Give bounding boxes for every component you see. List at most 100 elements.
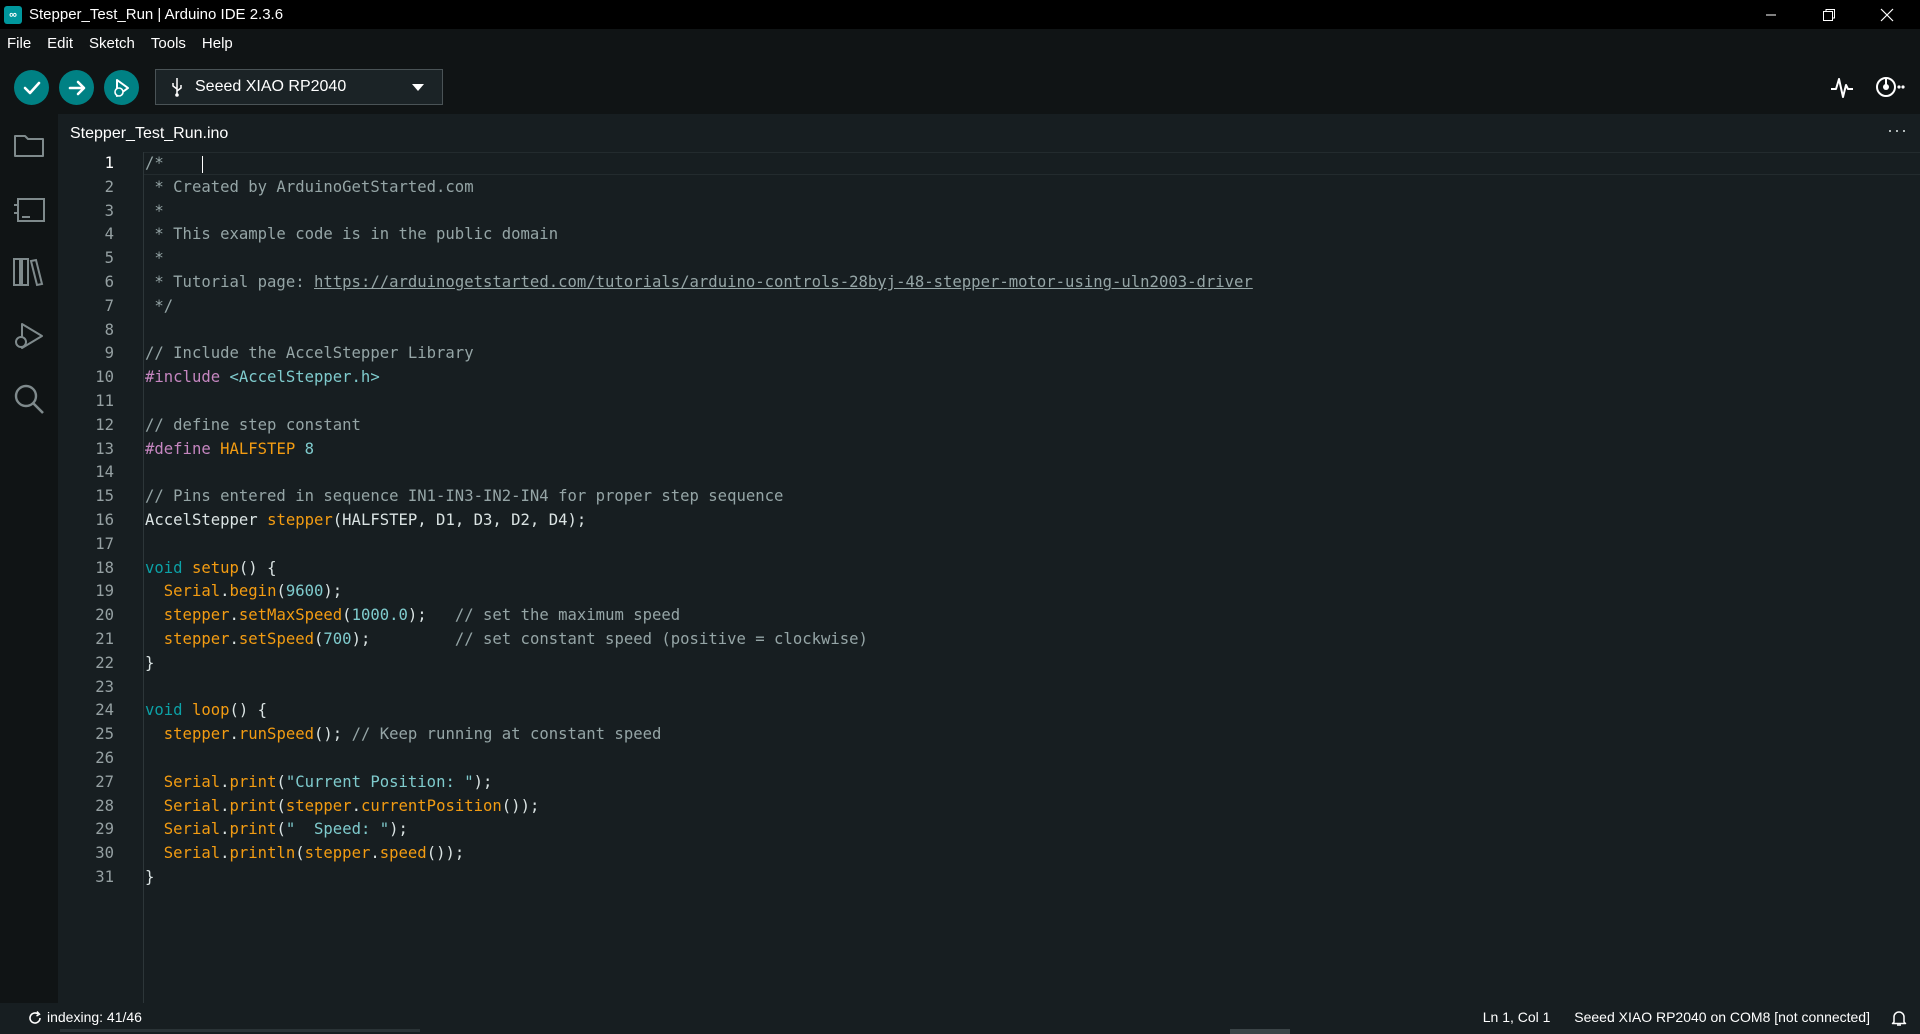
menu-bar: File Edit Sketch Tools Help	[0, 29, 1920, 59]
boards-manager-icon	[14, 198, 45, 222]
menu-edit[interactable]: Edit	[39, 29, 81, 59]
search-button[interactable]	[12, 382, 46, 416]
line-number: 21	[95, 630, 114, 648]
object-name: stepper	[163, 725, 230, 744]
function-name: println	[229, 844, 296, 863]
line-number: 1	[104, 154, 114, 172]
menu-help[interactable]: Help	[194, 29, 241, 59]
code-line: 28 Serial.print(stepper.currentPosition(…	[58, 795, 1918, 819]
line-number: 9	[104, 344, 114, 363]
object-name: Serial	[163, 772, 221, 791]
line-number: 7	[104, 296, 114, 315]
code-line: 1 /*	[58, 152, 1918, 176]
status-right: Ln 1, Col 1 Seeed XIAO RP2040 on COM8 [n…	[1483, 1003, 1870, 1032]
preprocessor-directive: #define	[145, 439, 211, 458]
code-line: 7 */	[58, 295, 1918, 319]
line-number: 24	[95, 701, 114, 720]
code-line: 2 * Created by ArduinoGetStarted.com	[58, 176, 1918, 200]
code-text: (HALFSTEP, D1, D3, D2, D4);	[332, 511, 587, 529]
title-bar: ∞ Stepper_Test_Run | Arduino IDE 2.3.6	[0, 0, 1920, 29]
menu-tools[interactable]: Tools	[143, 29, 194, 59]
line-number: 8	[104, 320, 114, 339]
object-name: Serial	[163, 582, 221, 601]
comment-text: // Keep running at constant speed	[351, 725, 662, 744]
comment-text: // set constant speed (positive = clockw…	[454, 630, 868, 648]
function-name: loop	[191, 701, 230, 720]
code-line: 21 stepper.setSpeed(700); // set constan…	[58, 628, 1918, 652]
close-button[interactable]	[1858, 0, 1916, 29]
panel-resize-handle[interactable]	[1230, 1029, 1290, 1034]
code-line: 31}	[58, 866, 1918, 890]
line-number: 19	[95, 582, 114, 601]
library-manager-icon	[13, 258, 44, 287]
line-number: 20	[95, 606, 114, 625]
line-number: 23	[95, 677, 114, 696]
code-line: 6 * Tutorial page: https://arduinogetsta…	[58, 271, 1918, 295]
preprocessor-directive: #include	[145, 368, 221, 387]
macro-name: HALFSTEP	[220, 439, 296, 458]
serial-monitor-button[interactable]	[1873, 73, 1905, 101]
board-port-status[interactable]: Seeed XIAO RP2040 on COM8 [not connected…	[1574, 1009, 1870, 1025]
indexing-status: indexing: 41/46	[28, 1003, 142, 1032]
library-manager-button[interactable]	[12, 254, 46, 288]
comment-text: * Tutorial page:	[145, 273, 314, 291]
line-content: */	[145, 296, 174, 315]
more-tabs-button[interactable]: ···	[1887, 120, 1908, 141]
line-content: *	[145, 249, 164, 268]
cursor-position[interactable]: Ln 1, Col 1	[1483, 1009, 1551, 1025]
code-line: 14	[58, 461, 1918, 485]
function-name: stepper	[267, 511, 333, 529]
code-editor[interactable]: 1 /* 2 * Created by ArduinoGetStarted.com…	[58, 152, 1920, 1003]
line-number: 18	[95, 558, 114, 577]
number-literal: 700	[323, 630, 352, 648]
code-line: 16 AccelStepper stepper(HALFSTEP, D1, D3,…	[58, 509, 1918, 533]
function-name: setup	[191, 558, 239, 577]
tutorial-link[interactable]: https://arduinogetstarted.com/tutorials/…	[314, 273, 1253, 291]
code-line: 8	[58, 319, 1918, 343]
board-name: Seeed XIAO RP2040	[195, 78, 347, 95]
sketchbook-button[interactable]	[12, 128, 46, 162]
minimize-button[interactable]	[1742, 0, 1800, 29]
line-number: 28	[95, 796, 114, 815]
function-name: print	[229, 820, 277, 839]
code-text: () {	[238, 558, 277, 577]
menu-sketch[interactable]: Sketch	[81, 29, 143, 59]
verify-button[interactable]	[14, 70, 49, 105]
board-selector[interactable]: Seeed XIAO RP2040	[155, 69, 443, 105]
debug-button[interactable]	[104, 70, 139, 105]
line-content: // Include the AccelStepper Library	[145, 344, 474, 363]
code-line: 22}	[58, 652, 1918, 676]
number-literal: 9600	[285, 582, 324, 601]
line-number: 14	[95, 463, 114, 482]
boards-manager-button[interactable]	[12, 193, 46, 227]
code-line: 24 void loop() {	[58, 699, 1918, 723]
line-number: 15	[95, 487, 114, 506]
code-line: 27 Serial.print("Current Position: ");	[58, 771, 1918, 795]
object-name: Serial	[163, 796, 221, 815]
horizontal-scrollbar[interactable]	[60, 1029, 420, 1032]
notification-bell-icon[interactable]	[1891, 1009, 1907, 1027]
restore-button[interactable]	[1800, 0, 1858, 29]
line-number: 4	[104, 225, 114, 244]
tab-stepper-test-run[interactable]: Stepper_Test_Run.ino	[58, 114, 241, 153]
code-line: 5 *	[58, 247, 1918, 271]
object-name: Serial	[163, 820, 221, 839]
line-number: 12	[95, 415, 114, 434]
code-line: 9 // Include the AccelStepper Library	[58, 342, 1918, 366]
line-number: 27	[95, 772, 114, 791]
serial-plotter-icon	[1831, 78, 1853, 98]
upload-button[interactable]	[59, 70, 94, 105]
type-name: AccelStepper	[145, 511, 258, 529]
line-number: 17	[95, 534, 114, 553]
activity-bar	[0, 114, 58, 1003]
line-number: 22	[95, 653, 114, 672]
function-name: setMaxSpeed	[238, 606, 343, 625]
menu-file[interactable]: File	[0, 29, 39, 59]
code-line: 18 void setup() {	[58, 557, 1918, 581]
code-line: 3 *	[58, 200, 1918, 224]
line-content: // Pins entered in sequence IN1-IN3-IN2-…	[145, 487, 784, 506]
line-number: 29	[95, 820, 114, 839]
debugger-button[interactable]	[12, 319, 46, 353]
serial-plotter-button[interactable]	[1828, 73, 1856, 101]
number-literal: 1000.0	[351, 606, 408, 625]
